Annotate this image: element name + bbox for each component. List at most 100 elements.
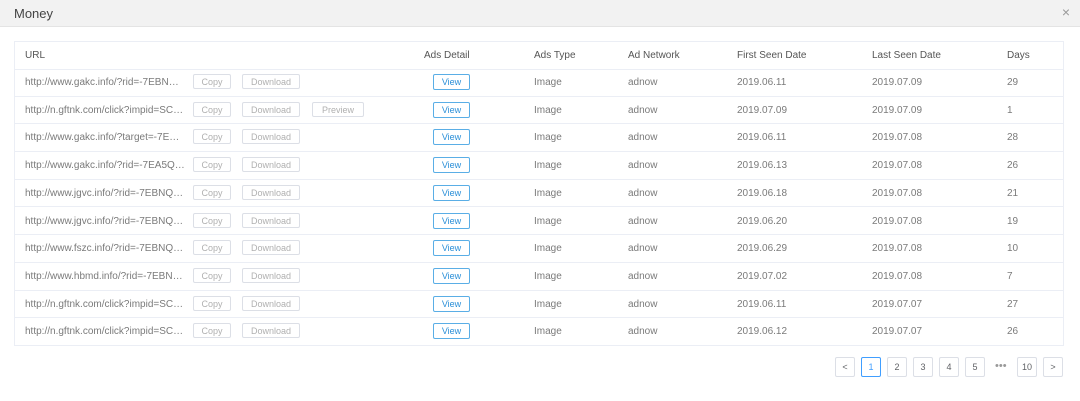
view-button[interactable]: View	[433, 184, 470, 201]
ads-type-cell: Image	[534, 160, 562, 172]
url-cell: http://n.gftnk.com/click?impid=SCI-1...	[25, 298, 185, 310]
page-button-2[interactable]: 2	[887, 357, 907, 377]
view-button[interactable]: View	[433, 267, 470, 284]
copy-button[interactable]: Copy	[193, 184, 231, 200]
page-button-1[interactable]: 1	[861, 357, 881, 377]
close-icon[interactable]: ×	[1062, 4, 1070, 20]
header-days: Days	[1007, 50, 1030, 61]
ad-network-cell: adnow	[628, 215, 658, 227]
days-cell: 27	[1007, 298, 1019, 310]
header-last-seen: Last Seen Date	[872, 50, 941, 61]
ads-table: URL Ads Detail Ads Type Ad Network First…	[14, 41, 1064, 346]
table-header: URL Ads Detail Ads Type Ad Network First…	[15, 42, 1063, 70]
days-cell: 1	[1007, 104, 1013, 116]
ads-type-cell: Image	[534, 215, 562, 227]
download-button[interactable]: Download	[242, 267, 300, 283]
copy-button[interactable]: Copy	[193, 157, 231, 173]
ad-network-cell: adnow	[628, 104, 658, 116]
ads-type-cell: Image	[534, 77, 562, 88]
days-cell: 21	[1007, 187, 1019, 199]
ads-type-cell: Image	[534, 132, 562, 144]
header-ads-detail: Ads Detail	[424, 50, 470, 61]
download-button[interactable]: Download	[242, 157, 300, 173]
view-button[interactable]: View	[433, 157, 470, 174]
days-cell: 10	[1007, 243, 1019, 255]
last-seen-cell: 2019.07.08	[872, 132, 923, 144]
table-row: http://www.gakc.info/?rid=-7EA5QC... Copy…	[15, 152, 1063, 180]
download-button[interactable]: Download	[242, 184, 300, 200]
copy-button[interactable]: Copy	[193, 129, 231, 145]
table-row: http://www.jgvc.info/?rid=-7EBNQCg... Cop…	[15, 180, 1063, 208]
page-button-4[interactable]: 4	[939, 357, 959, 377]
download-button[interactable]: Download	[242, 129, 300, 145]
url-cell: http://www.gakc.info/?rid=-7EBNQC...	[25, 77, 185, 88]
table-row: http://www.jgvc.info/?rid=-7EBNQCg... Cop…	[15, 208, 1063, 236]
view-button[interactable]: View	[433, 129, 470, 146]
url-cell: http://n.gftnk.com/click?impid=SCI-1...	[25, 326, 185, 338]
page-button-3[interactable]: 3	[913, 357, 933, 377]
download-button[interactable]: Download	[242, 101, 300, 117]
view-button[interactable]: View	[433, 295, 470, 312]
ads-type-cell: Image	[534, 187, 562, 199]
ads-type-cell: Image	[534, 104, 562, 116]
days-cell: 26	[1007, 160, 1019, 172]
first-seen-cell: 2019.06.13	[737, 160, 788, 172]
header-url: URL	[25, 50, 46, 61]
ad-network-cell: adnow	[628, 160, 658, 172]
pagination-ellipsis[interactable]: •••	[995, 360, 1007, 372]
table-row: http://www.hbmd.info/?rid=-7EBNQ... Copy D…	[15, 263, 1063, 291]
url-cell: http://www.hbmd.info/?rid=-7EBNQ...	[25, 270, 185, 282]
view-button[interactable]: View	[433, 323, 470, 340]
ad-network-cell: adnow	[628, 298, 658, 310]
ads-type-cell: Image	[534, 270, 562, 282]
view-button[interactable]: View	[433, 101, 470, 118]
last-seen-cell: 2019.07.07	[872, 298, 923, 310]
first-seen-cell: 2019.06.18	[737, 187, 788, 199]
view-button[interactable]: View	[433, 212, 470, 229]
ads-type-cell: Image	[534, 298, 562, 310]
first-seen-cell: 2019.07.09	[737, 104, 788, 116]
ad-network-cell: adnow	[628, 77, 658, 88]
days-cell: 26	[1007, 326, 1019, 338]
header-first-seen: First Seen Date	[737, 50, 807, 61]
modal-title: Money	[14, 6, 54, 21]
view-button[interactable]: View	[433, 240, 470, 257]
copy-button[interactable]: Copy	[193, 295, 231, 311]
first-seen-cell: 2019.06.12	[737, 326, 788, 338]
ads-type-cell: Image	[534, 326, 562, 338]
ads-type-cell: Image	[534, 243, 562, 255]
copy-button[interactable]: Copy	[193, 240, 231, 256]
page-button-5[interactable]: 5	[965, 357, 985, 377]
table-row: http://n.gftnk.com/click?impid=SCI-1... C…	[15, 291, 1063, 319]
copy-button[interactable]: Copy	[193, 212, 231, 228]
copy-button[interactable]: Copy	[193, 74, 231, 89]
table-row: http://n.gftnk.com/click?impid=SCI-1... C…	[15, 97, 1063, 125]
ad-network-cell: adnow	[628, 243, 658, 255]
prev-page-button[interactable]: <	[835, 357, 855, 377]
ad-network-cell: adnow	[628, 270, 658, 282]
next-page-button[interactable]: >	[1043, 357, 1063, 377]
ad-network-cell: adnow	[628, 132, 658, 144]
download-button[interactable]: Download	[242, 323, 300, 339]
copy-button[interactable]: Copy	[193, 323, 231, 339]
ad-network-cell: adnow	[628, 187, 658, 199]
table-row: http://n.gftnk.com/click?impid=SCI-1... C…	[15, 318, 1063, 346]
download-button[interactable]: Download	[242, 74, 300, 89]
table-row: http://www.fszc.info/?rid=-7EBNQCg... Cop…	[15, 235, 1063, 263]
first-seen-cell: 2019.06.29	[737, 243, 788, 255]
download-button[interactable]: Download	[242, 295, 300, 311]
last-seen-cell: 2019.07.08	[872, 243, 923, 255]
page-button-10[interactable]: 10	[1017, 357, 1037, 377]
download-button[interactable]: Download	[242, 212, 300, 228]
days-cell: 28	[1007, 132, 1019, 144]
last-seen-cell: 2019.07.07	[872, 326, 923, 338]
copy-button[interactable]: Copy	[193, 267, 231, 283]
url-cell: http://www.jgvc.info/?rid=-7EBNQCg...	[25, 187, 185, 199]
preview-button[interactable]: Preview	[312, 101, 364, 117]
last-seen-cell: 2019.07.08	[872, 270, 923, 282]
url-cell: http://www.fszc.info/?rid=-7EBNQCg...	[25, 243, 185, 255]
ad-network-cell: adnow	[628, 326, 658, 338]
download-button[interactable]: Download	[242, 240, 300, 256]
copy-button[interactable]: Copy	[193, 101, 231, 117]
view-button[interactable]: View	[433, 74, 470, 90]
